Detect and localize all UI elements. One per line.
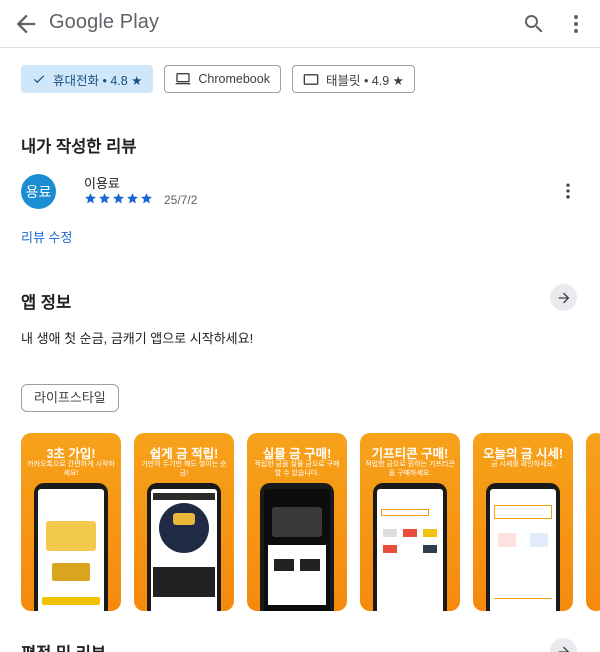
app-info-heading[interactable]: 앱 정보 bbox=[21, 289, 71, 313]
star-icon bbox=[127, 193, 138, 204]
phone-mockup bbox=[34, 483, 108, 611]
reviewer-name: 이용료 bbox=[84, 176, 120, 191]
chip-chromebook[interactable]: Chromebook bbox=[164, 65, 281, 93]
edit-review-link[interactable]: 리뷰 수정 bbox=[21, 227, 72, 246]
app-info-arrow-button[interactable] bbox=[550, 284, 577, 311]
google-play-logo[interactable]: Google Play bbox=[49, 11, 159, 34]
chip-tablet-label: 태블릿 • 4.9 ★ bbox=[325, 73, 404, 88]
my-review-heading: 내가 작성한 리뷰 bbox=[21, 138, 137, 156]
screenshot-subcaption: 가만히 두기만 해도 쌓이는 순금! bbox=[141, 461, 227, 477]
star-icon bbox=[141, 193, 152, 204]
phone-mockup bbox=[260, 483, 334, 611]
back-arrow-icon[interactable] bbox=[12, 10, 40, 38]
chip-tablet[interactable]: 태블릿 • 4.9 ★ bbox=[291, 65, 415, 93]
phone-screen bbox=[151, 489, 217, 611]
arrow-forward-icon bbox=[558, 646, 569, 652]
screenshot-3[interactable]: 실물 금 구매! 적립한 금을 실물 금으로 구매 할 수 있습니다. bbox=[247, 433, 347, 611]
checkmark-icon bbox=[33, 75, 45, 84]
screenshot-5[interactable]: 오늘의 금 시세! 금 시세를 확인하세요. bbox=[473, 433, 573, 611]
review-more-options-icon[interactable] bbox=[558, 181, 578, 201]
screenshot-subcaption: 카카오톡으로 간편하게 시작하세요! bbox=[27, 461, 115, 477]
tablet-icon bbox=[303, 73, 319, 85]
review-date: 25/7/2 bbox=[164, 193, 198, 207]
phone-mockup bbox=[373, 483, 447, 611]
phone-screen bbox=[377, 489, 443, 611]
search-icon[interactable] bbox=[522, 12, 546, 36]
screenshot-subcaption: 금 시세를 확인하세요. bbox=[491, 461, 555, 468]
star-icon bbox=[113, 193, 124, 204]
app-description: 내 생애 첫 순금, 금캐기 앱으로 시작하세요! bbox=[21, 331, 254, 346]
phone-mockup bbox=[486, 483, 560, 611]
chip-phone[interactable]: 휴대전화 • 4.8 ★ bbox=[21, 65, 154, 93]
star-rating bbox=[84, 192, 153, 205]
chip-phone-label: 휴대전화 • 4.8 ★ bbox=[53, 73, 143, 88]
category-chip[interactable]: 라이프스타일 bbox=[21, 384, 119, 412]
phone-mockup bbox=[147, 483, 221, 611]
star-icon bbox=[85, 193, 96, 204]
screenshot-4[interactable]: 기프티콘 구매! 적립한 금으로 원하는 기프티콘을 구매하세요. bbox=[360, 433, 460, 611]
screenshot-1[interactable]: 3초 가입! 카카오톡으로 간편하게 시작하세요! bbox=[21, 433, 121, 611]
top-app-bar: Google Play bbox=[0, 0, 600, 48]
star-icon bbox=[99, 193, 110, 204]
ratings-arrow-button[interactable] bbox=[550, 638, 577, 652]
device-filter-chips: 휴대전화 • 4.8 ★ Chromebook 태블릿 • 4.9 ★ bbox=[21, 65, 415, 93]
chip-chromebook-label: Chromebook bbox=[198, 72, 270, 86]
screenshot-6-peek[interactable] bbox=[586, 433, 600, 611]
avatar: 용료 bbox=[21, 174, 56, 209]
phone-screen bbox=[490, 489, 556, 611]
screenshot-subcaption: 적립한 금으로 원하는 기프티콘을 구매하세요. bbox=[365, 461, 455, 477]
screenshot-carousel[interactable]: 3초 가입! 카카오톡으로 간편하게 시작하세요! 쉽게 금 적립! 가만히 두… bbox=[21, 433, 600, 611]
ratings-heading[interactable]: 평점 및 리뷰 bbox=[21, 640, 106, 652]
arrow-forward-icon bbox=[558, 292, 569, 303]
phone-screen bbox=[38, 489, 104, 611]
more-options-icon[interactable] bbox=[564, 12, 588, 36]
laptop-icon bbox=[176, 72, 191, 85]
phone-screen bbox=[264, 489, 330, 611]
screenshot-subcaption: 적립한 금을 실물 금으로 구매 할 수 있습니다. bbox=[254, 461, 340, 477]
screenshot-2[interactable]: 쉽게 금 적립! 가만히 두기만 해도 쌓이는 순금! bbox=[134, 433, 234, 611]
